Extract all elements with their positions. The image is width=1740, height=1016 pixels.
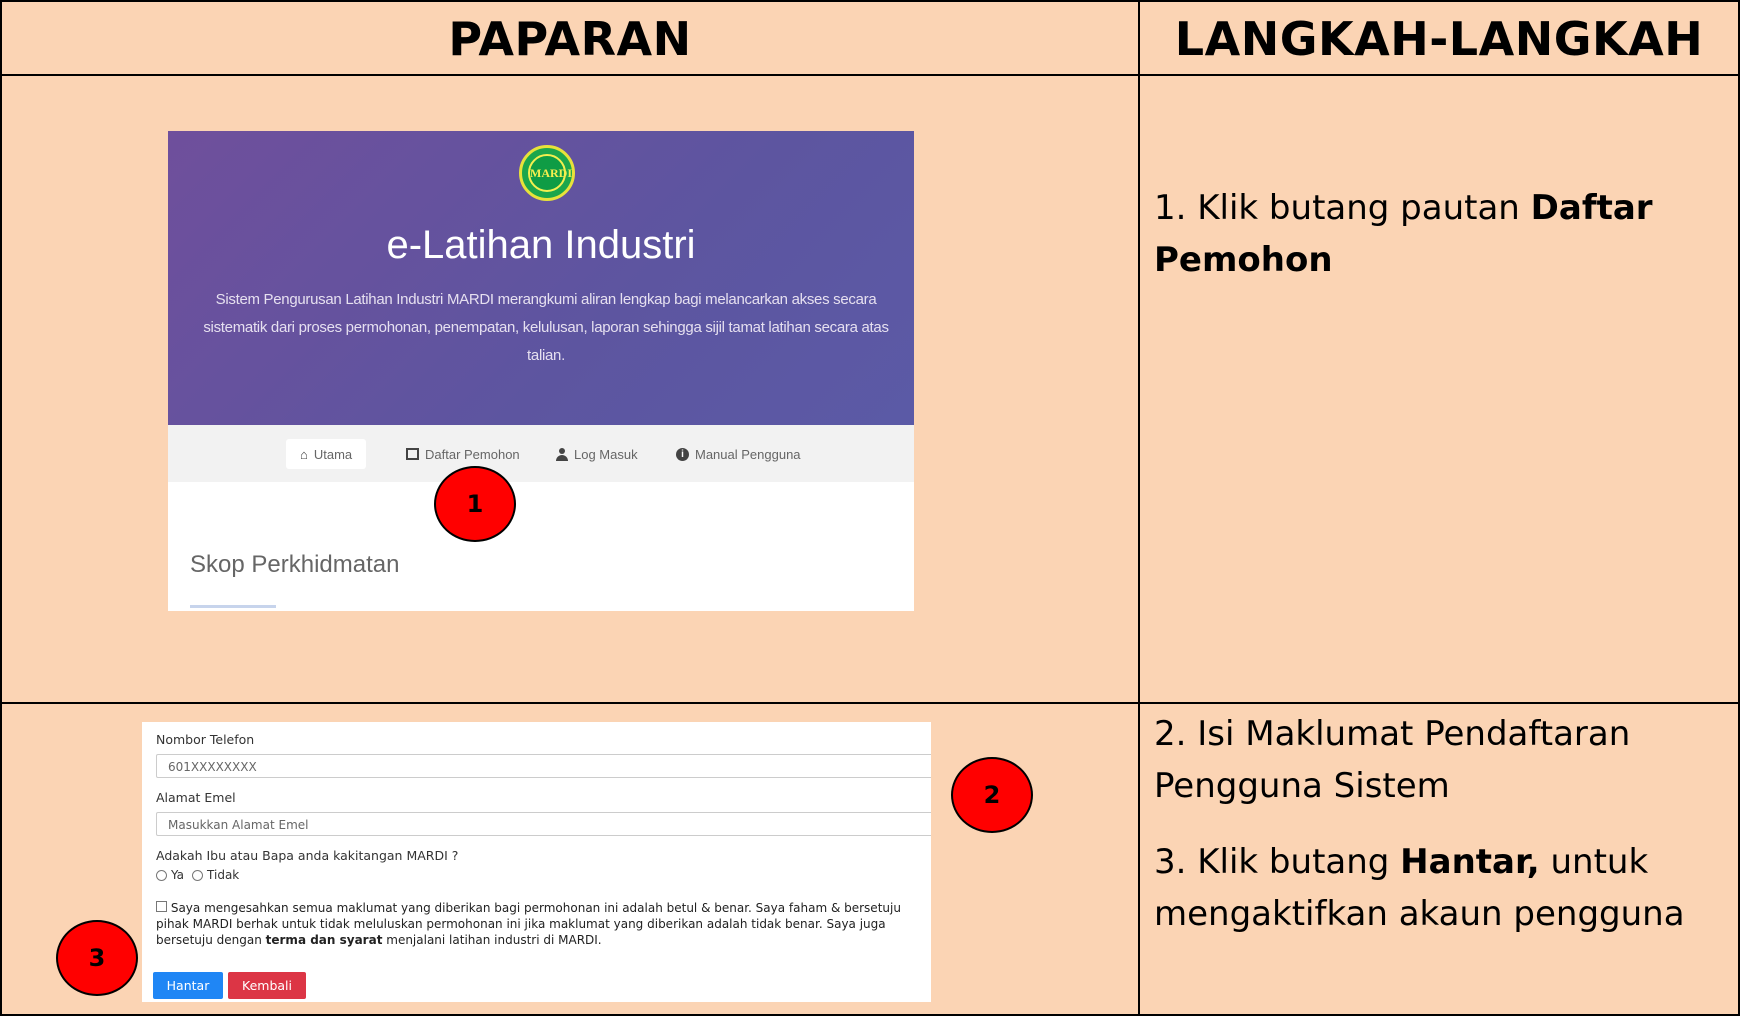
phone-label: Nombor Telefon (156, 732, 255, 747)
nav-utama-label: Utama (313, 446, 353, 462)
step-1-text: 1. Klik butang pautan Daftar Pemohon (1154, 182, 1714, 286)
back-button[interactable]: Kembali (228, 972, 306, 999)
registration-form-screenshot: Nombor Telefon 601XXXXXXXX Alamat Emel M… (142, 722, 931, 1002)
user-icon (556, 448, 568, 461)
parent-question: Adakah Ibu atau Bapa anda kakitangan MAR… (156, 848, 459, 863)
hero-title: e-Latihan Industri (386, 223, 696, 267)
nav-daftar-pemohon-label: Daftar Pemohon (425, 446, 520, 462)
callout-marker-1: 1 (434, 466, 516, 542)
step-3-text: 3. Klik butang Hantar, untuk mengaktifka… (1154, 836, 1714, 940)
nav-manual-pengguna[interactable]: i Manual Pengguna (676, 439, 801, 469)
info-icon: i (676, 447, 689, 461)
header-cell-langkah: LANGKAH-LANGKAH (1138, 0, 1740, 76)
nav-utama[interactable]: ⌂ Utama (286, 439, 367, 469)
main-navbar: ⌂ Utama Daftar Pemohon Log Masuk i Manua… (168, 425, 914, 482)
parent-radio-group: Ya Tidak (156, 868, 239, 882)
mardi-logo: MARDI (519, 145, 575, 201)
list-icon (406, 448, 419, 460)
nav-log-masuk[interactable]: Log Masuk (556, 439, 638, 469)
header-langkah: LANGKAH-LANGKAH (1174, 12, 1704, 66)
section-underline (190, 605, 276, 608)
email-label: Alamat Emel (156, 790, 236, 805)
email-input[interactable]: Masukkan Alamat Emel (156, 812, 931, 836)
nav-daftar-pemohon[interactable]: Daftar Pemohon (406, 439, 520, 469)
radio-tidak[interactable] (192, 869, 204, 881)
phone-input[interactable]: 601XXXXXXXX (156, 754, 931, 778)
logo-inner-ring: MARDI (528, 154, 572, 192)
hero-banner: MARDI e-Latihan Industri Sistem Pengurus… (168, 131, 914, 425)
nav-manual-pengguna-label: Manual Pengguna (695, 446, 801, 462)
radio-ya-label: Ya (171, 868, 185, 882)
step-3-prefix: 3. Klik butang (1154, 842, 1401, 882)
section-title: Skop Perkhidmatan (190, 551, 400, 578)
home-icon: ⌂ (300, 446, 308, 462)
header-paparan: PAPARAN (448, 12, 692, 66)
radio-ya[interactable] (156, 869, 167, 881)
header-cell-paparan: PAPARAN (0, 0, 1140, 76)
step-3-bold: Hantar, (1400, 842, 1540, 882)
radio-tidak-label: Tidak (207, 868, 240, 882)
declaration-part2: menjalani latihan industri di MARDI. (382, 933, 602, 947)
callout-marker-2: 2 (951, 757, 1033, 833)
declaration-checkbox[interactable] (156, 901, 167, 912)
row2-steps-cell: 2. Isi Maklumat Pendaftaran Pengguna Sis… (1138, 702, 1740, 1016)
declaration-text: Saya mengesahkan semua maklumat yang dib… (156, 900, 931, 948)
logo-text: MARDI (530, 166, 572, 180)
row1-steps-cell: 1. Klik butang pautan Daftar Pemohon (1138, 74, 1740, 704)
homepage-screenshot: MARDI e-Latihan Industri Sistem Pengurus… (168, 131, 914, 611)
step-1-prefix: 1. Klik butang pautan (1154, 188, 1531, 228)
submit-button[interactable]: Hantar (153, 972, 223, 999)
nav-log-masuk-label: Log Masuk (574, 446, 638, 462)
step-2-text: 2. Isi Maklumat Pendaftaran Pengguna Sis… (1154, 714, 1631, 806)
hero-description: Sistem Pengurusan Latihan Industri MARDI… (203, 291, 889, 364)
callout-marker-3: 3 (56, 920, 138, 996)
terms-link[interactable]: terma dan syarat (266, 933, 383, 947)
